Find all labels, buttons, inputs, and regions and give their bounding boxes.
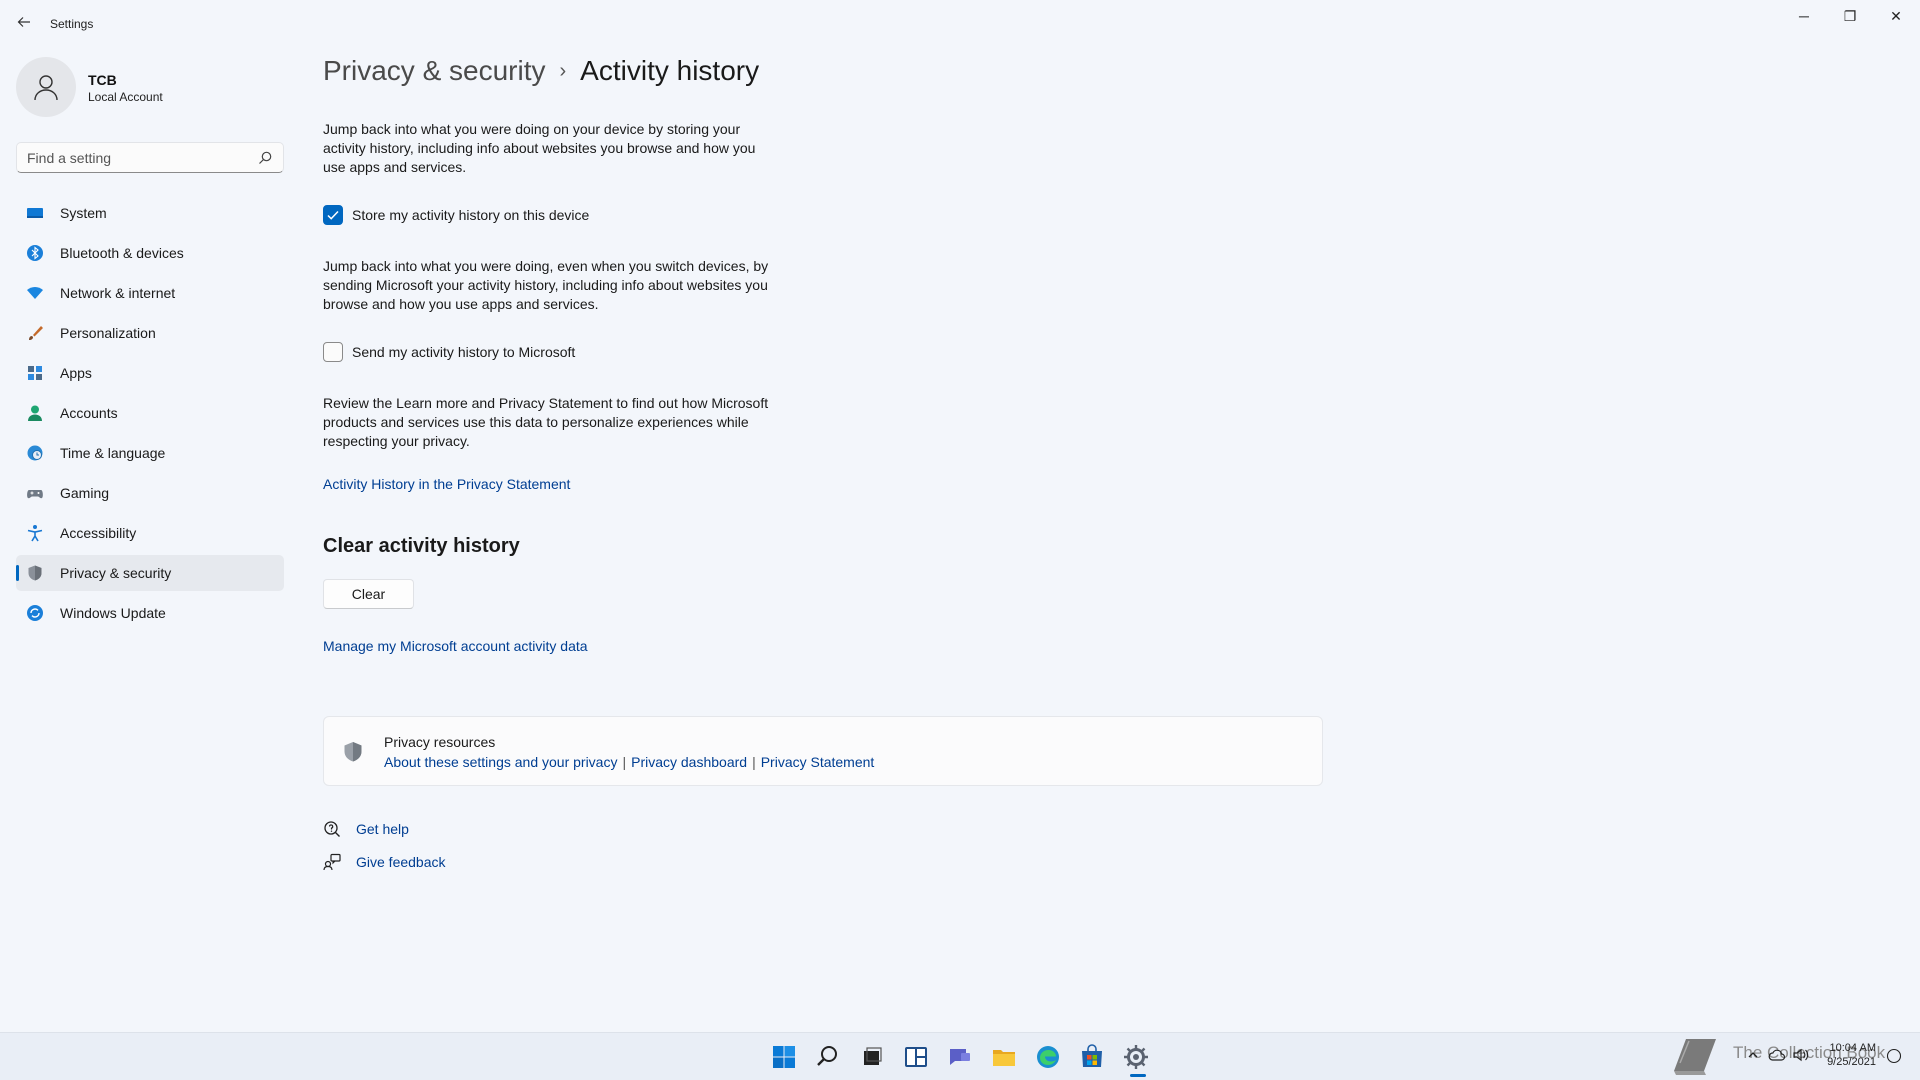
sidebar-item-label: Network & internet <box>60 285 176 301</box>
maximize-button[interactable]: ❐ <box>1830 6 1870 26</box>
task-view-icon[interactable] <box>858 1043 886 1071</box>
sidebar-item-bluetooth[interactable]: Bluetooth & devices <box>16 235 284 271</box>
intro-description: Jump back into what you were doing on yo… <box>323 121 756 175</box>
brush-icon <box>29 326 43 340</box>
send-description: Jump back into what you were doing, even… <box>323 258 769 312</box>
clear-button[interactable]: Clear <box>323 579 414 609</box>
clock-time[interactable]: 10:04 AM <box>1826 1042 1876 1055</box>
sidebar-item-accounts[interactable]: Accounts <box>16 395 284 431</box>
avatar <box>16 57 76 117</box>
accessibility-icon <box>27 525 43 542</box>
search-icon[interactable] <box>814 1043 842 1071</box>
get-help-row[interactable]: Get help <box>323 818 443 840</box>
chat-icon[interactable] <box>946 1043 974 1071</box>
store-icon[interactable] <box>1078 1043 1106 1071</box>
checkmark-icon <box>327 210 339 220</box>
settings-icon[interactable] <box>1122 1043 1150 1071</box>
sidebar-item-label: Personalization <box>60 325 156 341</box>
update-icon <box>27 605 43 621</box>
privacy-statement-link[interactable]: Activity History in the Privacy Statemen… <box>323 476 570 492</box>
user-profile[interactable]: TCB Local Account <box>16 57 286 117</box>
privacy-statement-card-link[interactable]: Privacy Statement <box>761 754 875 770</box>
sidebar-item-label: Bluetooth & devices <box>60 245 184 261</box>
accounts-icon <box>28 405 42 421</box>
send-activity-checkbox-row[interactable]: Send my activity history to Microsoft <box>323 341 623 363</box>
send-activity-label: Send my activity history to Microsoft <box>352 344 576 360</box>
notification-icon[interactable] <box>1886 1048 1902 1064</box>
review-description: Review the Learn more and Privacy Statem… <box>323 395 769 449</box>
sidebar-item-label: Windows Update <box>60 605 166 621</box>
sidebar-item-label: Apps <box>60 365 92 381</box>
user-icon <box>34 75 58 101</box>
privacy-resources-title: Privacy resources <box>384 734 496 750</box>
network-icon <box>27 287 43 299</box>
store-activity-checkbox[interactable] <box>323 205 343 225</box>
link-separator: | <box>752 754 756 770</box>
bluetooth-icon <box>27 245 43 261</box>
breadcrumb-parent[interactable]: Privacy & security <box>323 55 546 86</box>
windows-start-icon[interactable] <box>770 1043 798 1071</box>
sidebar-nav: System Bluetooth & devices Network & int… <box>16 195 284 635</box>
breadcrumb: Privacy & security › Activity history <box>323 55 759 87</box>
sidebar-item-label: Accessibility <box>60 525 137 541</box>
book-icon <box>1674 1039 1716 1075</box>
sidebar-item-apps[interactable]: Apps <box>16 355 284 391</box>
manage-account-activity-link[interactable]: Manage my Microsoft account activity dat… <box>323 638 588 654</box>
sidebar-item-accessibility[interactable]: Accessibility <box>16 515 284 551</box>
clear-history-heading: Clear activity history <box>323 535 520 557</box>
chevron-right-icon: › <box>559 60 567 82</box>
link-separator: | <box>622 754 627 770</box>
shield-icon <box>344 742 362 762</box>
search-box[interactable] <box>16 142 284 173</box>
privacy-resources-card: Privacy resources About these settings a… <box>323 716 1323 786</box>
minimize-button[interactable]: ─ <box>1784 6 1824 26</box>
about-settings-link[interactable]: About these settings and your privacy <box>384 754 617 770</box>
search-icon[interactable] <box>257 150 273 166</box>
store-activity-checkbox-row[interactable]: Store my activity history on this device <box>323 204 643 226</box>
give-feedback-row[interactable]: Give feedback <box>323 851 463 873</box>
sidebar-item-label: Gaming <box>60 485 110 501</box>
volume-icon[interactable] <box>1792 1047 1810 1063</box>
active-app-indicator <box>1130 1074 1146 1077</box>
system-icon <box>27 208 43 218</box>
sidebar-item-label: Privacy & security <box>60 565 172 581</box>
get-help-icon <box>324 821 340 837</box>
sidebar-item-windows-update[interactable]: Windows Update <box>16 595 284 631</box>
app-title: Settings <box>50 17 94 31</box>
back-arrow-icon[interactable] <box>14 14 34 34</box>
gamepad-icon <box>27 490 43 499</box>
send-activity-checkbox[interactable] <box>323 342 343 362</box>
edge-icon[interactable] <box>1034 1043 1062 1071</box>
sidebar-item-label: Accounts <box>60 405 118 421</box>
feedback-icon <box>323 853 341 871</box>
sidebar-item-personalization[interactable]: Personalization <box>16 315 284 351</box>
search-input[interactable] <box>27 149 247 167</box>
close-button[interactable]: ✕ <box>1876 6 1916 26</box>
sidebar-item-gaming[interactable]: Gaming <box>16 475 284 511</box>
file-explorer-icon[interactable] <box>990 1043 1018 1071</box>
globe-clock-icon <box>27 445 43 461</box>
privacy-resources-links: About these settings and your privacy | Pr… <box>384 754 874 770</box>
sidebar-item-network[interactable]: Network & internet <box>16 275 284 311</box>
get-help-link[interactable]: Get help <box>356 821 409 837</box>
sidebar-item-label: System <box>60 205 107 221</box>
page-title: Activity history <box>580 55 760 86</box>
sidebar-item-time-language[interactable]: Time & language <box>16 435 284 471</box>
taskbar <box>0 1032 1920 1080</box>
sidebar-item-system[interactable]: System <box>16 195 284 231</box>
store-activity-label: Store my activity history on this device <box>352 207 590 223</box>
apps-icon <box>28 366 42 380</box>
title-bar: Settings ─ ❐ ✕ <box>0 0 1920 48</box>
privacy-dashboard-link[interactable]: Privacy dashboard <box>631 754 747 770</box>
sidebar-item-label: Time & language <box>60 445 166 461</box>
cloud-icon[interactable] <box>1768 1047 1786 1063</box>
widgets-icon[interactable] <box>902 1043 930 1071</box>
chevron-up-icon[interactable] <box>1746 1048 1760 1062</box>
shield-icon <box>28 565 42 581</box>
sidebar-item-privacy-security[interactable]: Privacy & security <box>16 555 284 591</box>
profile-account-type: Local Account <box>88 90 163 104</box>
profile-name: TCB <box>88 72 117 88</box>
clock-date[interactable]: 9/25/2021 <box>1816 1056 1876 1068</box>
give-feedback-link[interactable]: Give feedback <box>356 854 446 870</box>
